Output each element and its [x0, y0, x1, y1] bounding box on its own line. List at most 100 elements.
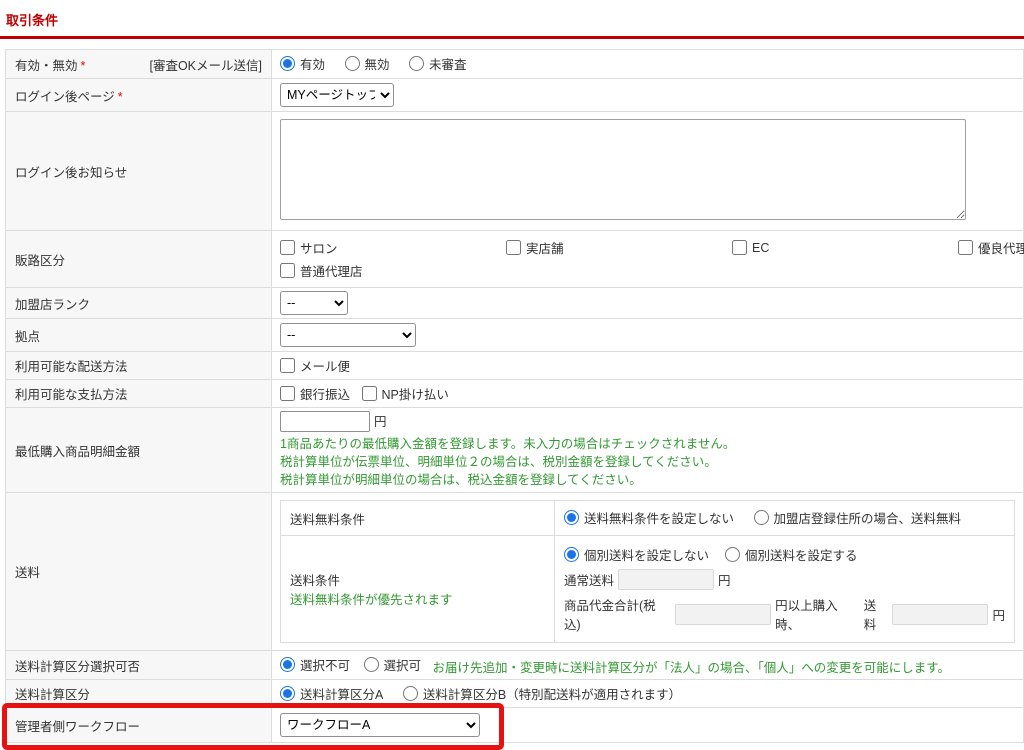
- row-free-shipping-condition: 送料無料条件 送料無料条件を設定しない 加盟店登録住所の場合、送料無料: [281, 501, 1015, 536]
- free-shipping-condition-value: 送料無料条件を設定しない 加盟店登録住所の場合、送料無料: [555, 501, 1015, 536]
- calc-division-radio-a[interactable]: 送料計算区分A: [280, 684, 383, 703]
- row-status: 有効・無効* [審査OKメール送信] 有効 無効 未審査: [6, 50, 1024, 79]
- label-text: 送料条件: [290, 570, 545, 589]
- base-select[interactable]: --: [280, 323, 416, 347]
- row-shipping-value: 送料無料条件 送料無料条件を設定しない 加盟店登録住所の場合、送料無料: [272, 493, 1024, 651]
- radio-label: 選択不可: [300, 655, 350, 674]
- channel-checkbox-normal-agency-input[interactable]: [280, 263, 295, 278]
- row-merchant-rank-header: 加盟店ランク: [6, 288, 272, 319]
- free-shipping-radio-none-input[interactable]: [564, 510, 579, 525]
- row-shipping-condition: 送料条件 送料無料条件が優先されます 個別送料を設定しない 個別送料を設定する: [281, 536, 1015, 643]
- row-merchant-rank-value: --: [272, 288, 1024, 319]
- channel-checkbox-premium-agency[interactable]: 優良代理店: [958, 238, 1024, 257]
- admin-workflow-select[interactable]: ワークフローA: [280, 713, 480, 737]
- row-min-purchase: 最低購入商品明細金額 円 1商品あたりの最低購入金額を登録します。未入力の場合は…: [6, 408, 1024, 493]
- normal-shipping-input[interactable]: [618, 569, 714, 590]
- delivery-checkbox-mailbin[interactable]: メール便: [280, 356, 350, 375]
- row-login-notice: ログイン後お知らせ: [6, 112, 1024, 231]
- label-text: 利用可能な配送方法: [15, 360, 128, 374]
- individual-shipping-radio-off-input[interactable]: [564, 547, 579, 562]
- status-radio-valid[interactable]: 有効: [280, 54, 325, 73]
- row-sales-channel: 販路区分 サロン 実店舗 EC 優良代理店 普通代理店: [6, 231, 1024, 288]
- row-delivery-methods: 利用可能な配送方法 メール便: [6, 352, 1024, 380]
- radio-label: 加盟店登録住所の場合、送料無料: [774, 508, 962, 527]
- threshold-fee-input[interactable]: [892, 604, 988, 625]
- row-merchant-rank: 加盟店ランク --: [6, 288, 1024, 319]
- status-radio-unreviewed-input[interactable]: [409, 56, 424, 71]
- label-text: ログイン後お知らせ: [15, 166, 127, 180]
- status-radio-invalid[interactable]: 無効: [345, 54, 390, 73]
- calc-selectable-radio-yes[interactable]: 選択可: [364, 655, 422, 674]
- channel-checkbox-normal-agency[interactable]: 普通代理店: [280, 261, 490, 280]
- row-delivery-methods-value: メール便: [272, 352, 1024, 380]
- checkbox-label: サロン: [300, 238, 338, 257]
- radio-label: 無効: [365, 54, 390, 73]
- merchant-rank-select[interactable]: --: [280, 291, 348, 315]
- label-text: 送料: [15, 566, 40, 580]
- login-page-select[interactable]: MYページトップ: [280, 83, 394, 107]
- page-title: 取引条件: [6, 10, 1024, 29]
- checkbox-label: EC: [752, 241, 769, 255]
- channel-checkbox-store-input[interactable]: [506, 240, 521, 255]
- individual-shipping-radio-on-input[interactable]: [725, 547, 740, 562]
- calc-division-radio-a-input[interactable]: [280, 686, 295, 701]
- normal-shipping-line: 通常送料 円: [564, 569, 1005, 590]
- row-status-sublabel: [審査OKメール送信]: [149, 55, 262, 74]
- row-status-header: 有効・無効* [審査OKメール送信]: [6, 50, 272, 79]
- channel-checkbox-salon[interactable]: サロン: [280, 238, 490, 257]
- required-mark: *: [118, 90, 123, 104]
- calc-division-radio-b-input[interactable]: [403, 686, 418, 701]
- individual-shipping-radio-off[interactable]: 個別送料を設定しない: [564, 545, 709, 564]
- individual-shipping-radio-line: 個別送料を設定しない 個別送料を設定する: [564, 545, 1005, 564]
- free-shipping-radio-registered-address-input[interactable]: [754, 510, 769, 525]
- help-line: 税計算単位が明細単位の場合は、税込金額を登録してください。: [280, 471, 1015, 489]
- conditions-table: 有効・無効* [審査OKメール送信] 有効 無効 未審査 ログイン後ページ*: [5, 49, 1024, 743]
- payment-checkbox-np[interactable]: NP掛け払い: [362, 384, 449, 403]
- payment-checkbox-bank[interactable]: 銀行振込: [280, 384, 350, 403]
- label-text: 送料計算区分選択可否: [15, 660, 140, 674]
- total-amount-input[interactable]: [675, 604, 771, 625]
- row-min-purchase-value: 円 1商品あたりの最低購入金額を登録します。未入力の場合はチェックされません。 …: [272, 408, 1024, 493]
- channel-checkbox-store[interactable]: 実店舗: [506, 238, 716, 257]
- calc-selectable-radio-no-input[interactable]: [280, 657, 295, 672]
- payment-checkbox-bank-input[interactable]: [280, 386, 295, 401]
- free-shipping-radio-none[interactable]: 送料無料条件を設定しない: [564, 508, 734, 527]
- channel-checkbox-ec[interactable]: EC: [732, 238, 942, 257]
- row-payment-methods-header: 利用可能な支払方法: [6, 380, 272, 408]
- channel-checkbox-premium-agency-input[interactable]: [958, 240, 973, 255]
- label-text: 有効・無効: [15, 59, 78, 73]
- channel-checkbox-salon-input[interactable]: [280, 240, 295, 255]
- checkbox-label: 優良代理店: [978, 238, 1024, 257]
- row-shipping-header: 送料: [6, 493, 272, 651]
- login-notice-textarea[interactable]: [280, 119, 966, 220]
- calc-selectable-note: お届け先追加・変更時に送料計算区分が「法人」の場合、「個人」への変更を可能にしま…: [433, 661, 951, 675]
- calc-selectable-radio-yes-input[interactable]: [364, 657, 379, 672]
- status-radio-valid-input[interactable]: [280, 56, 295, 71]
- label-text: 最低購入商品明細金額: [15, 445, 140, 459]
- calc-selectable-radio-no[interactable]: 選択不可: [280, 655, 350, 674]
- radio-label: 個別送料を設定しない: [584, 545, 709, 564]
- radio-label: 選択可: [384, 655, 422, 674]
- channel-checkbox-ec-input[interactable]: [732, 240, 747, 255]
- row-calc-selectable-value: 選択不可 選択可 お届け先追加・変更時に送料計算区分が「法人」の場合、「個人」へ…: [272, 651, 1024, 680]
- delivery-checkbox-mailbin-input[interactable]: [280, 358, 295, 373]
- individual-shipping-radio-on[interactable]: 個別送料を設定する: [725, 545, 858, 564]
- title-divider: [0, 36, 1024, 39]
- total-amount-label: 商品代金合計(税込): [564, 595, 671, 633]
- calc-division-radio-b[interactable]: 送料計算区分B（特別配送料が適用されます）: [403, 684, 681, 703]
- min-purchase-input[interactable]: [280, 411, 370, 432]
- row-login-notice-value: [272, 112, 1024, 231]
- shipping-condition-value: 個別送料を設定しない 個別送料を設定する 通常送料 円: [555, 536, 1015, 643]
- status-radio-invalid-input[interactable]: [345, 56, 360, 71]
- radio-label: 送料計算区分B（特別配送料が適用されます）: [423, 684, 681, 703]
- payment-checkbox-np-input[interactable]: [362, 386, 377, 401]
- radio-label: 未審査: [429, 54, 467, 73]
- help-line: 1商品あたりの最低購入金額を登録します。未入力の場合はチェックされません。: [280, 435, 1015, 453]
- checkbox-label: 普通代理店: [300, 261, 363, 280]
- row-status-label: 有効・無効*: [15, 55, 85, 74]
- threshold-shipping-line: 商品代金合計(税込) 円以上購入時、 送料 円: [564, 595, 1005, 633]
- free-shipping-radio-registered-address[interactable]: 加盟店登録住所の場合、送料無料: [754, 508, 962, 527]
- status-radio-unreviewed[interactable]: 未審査: [409, 54, 467, 73]
- row-payment-methods: 利用可能な支払方法 銀行振込 NP掛け払い: [6, 380, 1024, 408]
- transaction-conditions-page: 取引条件 有効・無効* [審査OKメール送信] 有効 無効 未審査: [0, 0, 1024, 743]
